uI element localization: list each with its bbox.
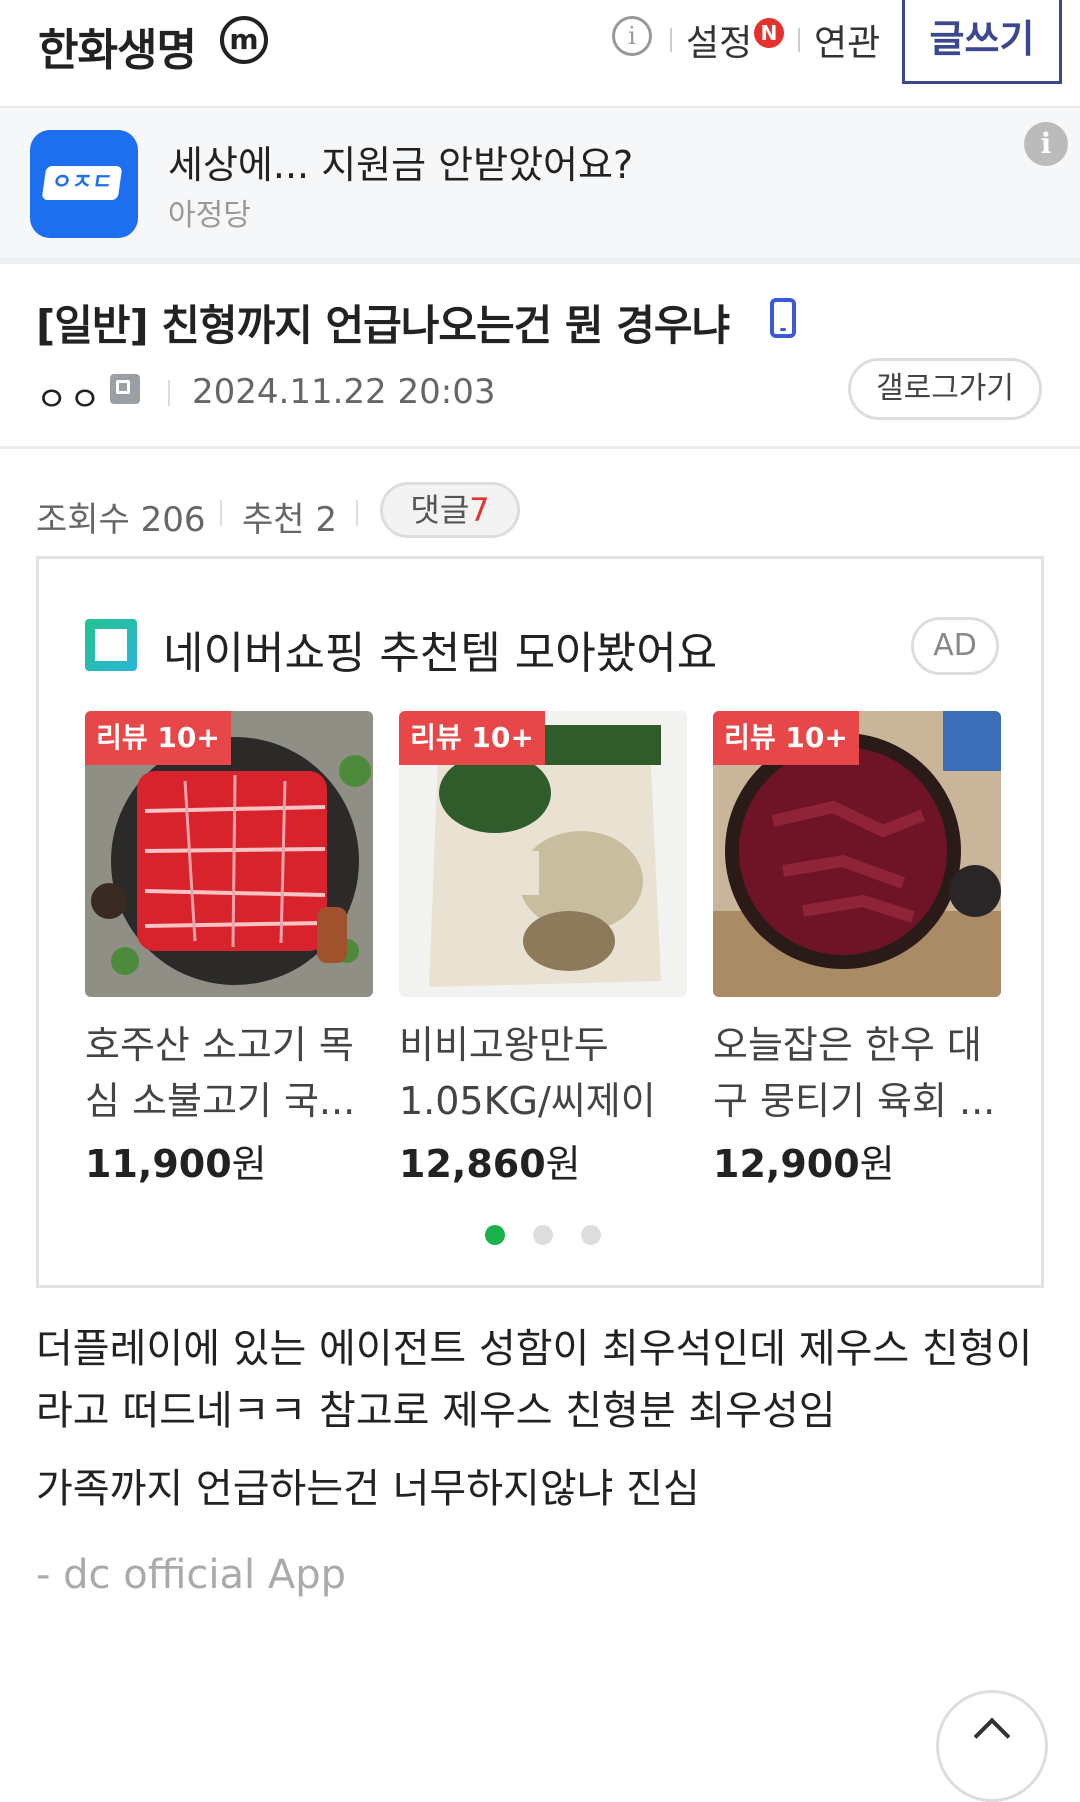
gallog-button[interactable]: 갤로그가기: [848, 358, 1042, 420]
comment-label: 댓글: [410, 491, 470, 529]
meta-divider: [168, 380, 170, 406]
recommend-count: 추천 2: [242, 500, 337, 540]
info-icon[interactable]: i: [612, 16, 652, 56]
comment-button[interactable]: 댓글7: [380, 482, 520, 538]
product-image-yukhoe[interactable]: 리뷰 10+: [713, 711, 1001, 997]
price-value: 12,900: [713, 1142, 860, 1186]
post-body-line: 더플레이에 있는 에이전트 성함이 최우석인데 제우스 친형이: [36, 1326, 1033, 1372]
post-title: [일반] 친형까지 언급나오는건 뭔 경우냐: [36, 301, 730, 350]
comment-count: 7: [469, 491, 490, 529]
header-divider: [798, 28, 800, 52]
post-body-line: 가족까지 언급하는건 너무하지않냐 진심: [36, 1466, 700, 1512]
minor-gallery-badge: m: [220, 16, 268, 64]
price-currency: 원: [859, 1142, 895, 1186]
ad-title[interactable]: 세상에... 지원금 안받았어요?: [168, 134, 633, 189]
carousel-dot-2[interactable]: [533, 1225, 553, 1245]
stat-divider: [220, 500, 222, 526]
product-price: 11,900원: [85, 1133, 267, 1188]
app-signature: - dc official App: [36, 1552, 346, 1598]
carousel-dot-1[interactable]: [485, 1225, 505, 1245]
ad-info-icon[interactable]: i: [1024, 122, 1068, 166]
product-image-beef[interactable]: 리뷰 10+: [85, 711, 373, 997]
settings-link[interactable]: 설정: [686, 14, 752, 66]
product-name[interactable]: 오늘잡은 한우 대구 뭉티기 육회 ...: [713, 1017, 1001, 1129]
naver-shopping-logo: [85, 619, 137, 671]
price-value: 11,900: [85, 1142, 232, 1186]
stat-divider: [356, 500, 358, 526]
shopping-ad-title: 네이버쇼핑 추천템 모아봤어요: [163, 628, 718, 679]
member-icon: [110, 374, 140, 404]
review-badge: 리뷰 10+: [399, 711, 545, 765]
carousel-dot-3[interactable]: [581, 1225, 601, 1245]
price-currency: 원: [545, 1142, 581, 1186]
product-name[interactable]: 호주산 소고기 목심 소불고기 국...: [85, 1017, 373, 1129]
new-badge: N: [754, 18, 784, 48]
top-header: 한화생명 m i 설정 N 연관 글쓰기: [0, 0, 1080, 108]
price-value: 12,860: [399, 1142, 546, 1186]
header-divider: [670, 28, 672, 52]
write-button[interactable]: 글쓰기: [902, 0, 1062, 84]
post-author[interactable]: ㅇㅇ: [36, 372, 103, 421]
ad-source: 아정당: [168, 198, 251, 233]
related-link[interactable]: 연관: [814, 14, 880, 66]
ad-label[interactable]: AD: [911, 617, 999, 675]
product-name[interactable]: 비비고왕만두 1.05KG/씨제이: [399, 1017, 687, 1129]
shopping-ad-box: 네이버쇼핑 추천템 모아봤어요 AD 리뷰 10+ 호주산 소고기 목심 소불고…: [36, 556, 1044, 1288]
product-image-dumpling[interactable]: 리뷰 10+: [399, 711, 687, 997]
price-currency: 원: [231, 1142, 267, 1186]
section-divider: [0, 446, 1080, 449]
post-date: 2024.11.22 20:03: [192, 372, 496, 412]
review-badge: 리뷰 10+: [85, 711, 231, 765]
top-ad-banner[interactable]: ㅇㅈㄷ 세상에... 지원금 안받았어요? 아정당 i: [0, 108, 1080, 264]
product-price: 12,860원: [399, 1133, 581, 1188]
post-body-line: 라고 떠드네ㅋㅋ 참고로 제우스 친형분 최우성임: [36, 1388, 836, 1434]
ad-app-logo: ㅇㅈㄷ: [30, 130, 138, 238]
ad-logo-text: ㅇㅈㄷ: [41, 166, 123, 200]
scroll-top-button[interactable]: [936, 1690, 1048, 1802]
product-price: 12,900원: [713, 1133, 895, 1188]
gallery-title[interactable]: 한화생명: [38, 14, 197, 78]
review-badge: 리뷰 10+: [713, 711, 859, 765]
mobile-icon: [770, 298, 796, 338]
view-count: 조회수 206: [36, 500, 206, 540]
